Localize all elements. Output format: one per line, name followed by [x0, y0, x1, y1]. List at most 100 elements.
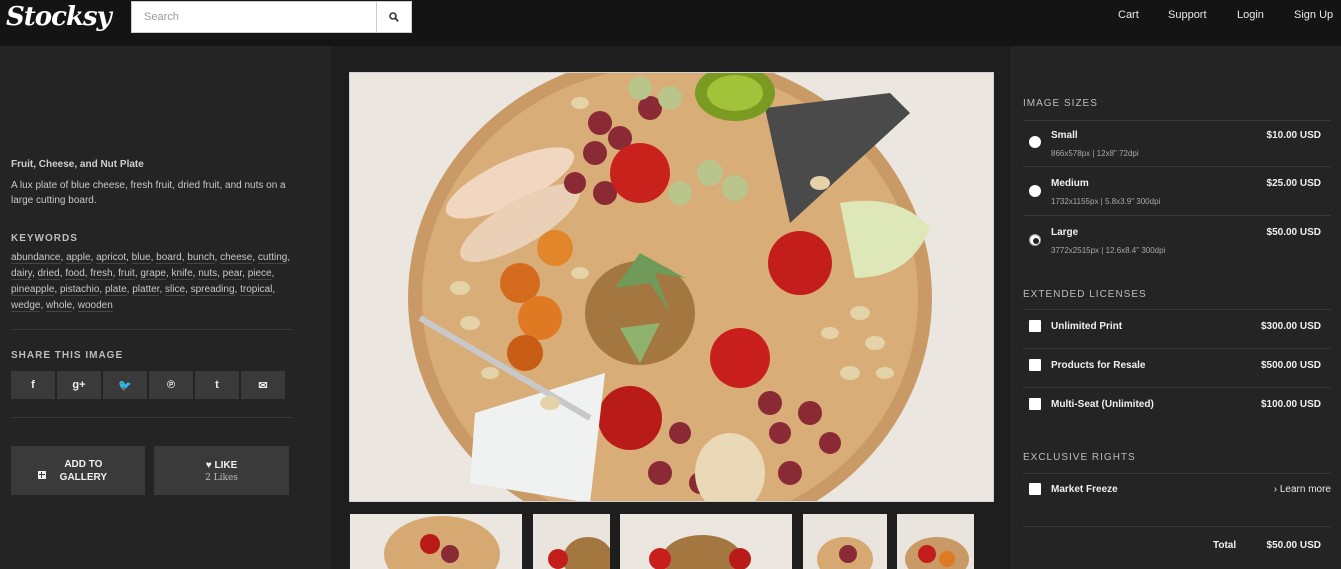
- search-icon: [389, 12, 399, 22]
- size-price: $10.00 USD: [1266, 130, 1321, 141]
- share-button[interactable]: ℗: [149, 371, 193, 399]
- license-name: Multi-Seat (Unlimited): [1051, 399, 1154, 410]
- image-info-panel: Fruit, Cheese, and Nut Plate A lux plate…: [0, 46, 330, 569]
- divider: [1023, 526, 1331, 527]
- learn-more-label: Learn more: [1279, 484, 1331, 495]
- size-radio-small[interactable]: [1029, 136, 1041, 148]
- keyword-link[interactable]: fruit: [118, 268, 135, 280]
- license-checkbox-products-resale[interactable]: [1029, 359, 1041, 371]
- total-value: $50.00 USD: [1266, 540, 1321, 551]
- keywords-heading: KEYWORDS: [11, 233, 78, 244]
- search-button[interactable]: [376, 2, 411, 32]
- share-button[interactable]: f: [11, 371, 55, 399]
- keyword-link[interactable]: grape: [140, 268, 166, 280]
- keyword-link[interactable]: dairy: [11, 268, 32, 280]
- size-name: Large: [1051, 227, 1079, 238]
- divider: [1023, 473, 1331, 474]
- keyword-link[interactable]: cutting: [257, 252, 288, 264]
- keyword-link[interactable]: pineapple: [11, 284, 55, 296]
- share-button[interactable]: g+: [57, 371, 101, 399]
- nav-signup[interactable]: Sign Up: [1294, 9, 1333, 21]
- keyword-link[interactable]: pistachio: [59, 284, 100, 296]
- nav-cart[interactable]: Cart: [1118, 9, 1139, 21]
- keyword-link[interactable]: pear: [222, 268, 243, 280]
- divider: [1023, 120, 1331, 121]
- size-name: Medium: [1051, 178, 1089, 189]
- thumbnail[interactable]: [897, 514, 974, 569]
- pinterest-icon: ℗: [166, 379, 176, 391]
- stocksy-logo[interactable]: Stocksy: [6, 2, 112, 32]
- image-title: Fruit, Cheese, and Nut Plate: [11, 159, 144, 170]
- license-name: Products for Resale: [1051, 360, 1146, 371]
- keyword-link[interactable]: whole: [46, 300, 73, 312]
- size-spec: 3772x2515px | 12.6x8.4" 300dpi: [1051, 246, 1166, 255]
- plus-square-icon: [37, 470, 46, 479]
- thumbnail[interactable]: [350, 514, 522, 569]
- share-buttons: f g+ 🐦 ℗ t ✉: [11, 371, 285, 399]
- total-label: Total: [1213, 540, 1237, 551]
- extended-licenses-heading: EXTENDED LICENSES: [1023, 289, 1147, 300]
- keyword-link[interactable]: bunch: [187, 252, 215, 264]
- nav-support[interactable]: Support: [1168, 9, 1207, 21]
- license-price: $500.00 USD: [1260, 360, 1321, 371]
- keyword-link[interactable]: food: [65, 268, 85, 280]
- thumbnail[interactable]: [533, 514, 610, 569]
- keyword-link[interactable]: plate: [104, 284, 127, 296]
- license-name: Unlimited Print: [1051, 321, 1123, 332]
- search-box: [131, 1, 412, 33]
- size-radio-medium[interactable]: [1029, 185, 1041, 197]
- keyword-link[interactable]: slice: [165, 284, 186, 296]
- nav-login[interactable]: Login: [1237, 9, 1264, 21]
- keyword-link[interactable]: abundance: [11, 252, 61, 264]
- keyword-link[interactable]: cheese: [220, 252, 253, 264]
- keyword-link[interactable]: blue: [131, 252, 151, 264]
- email-icon: ✉: [258, 379, 268, 392]
- learn-more-link[interactable]: › Learn more: [1274, 484, 1331, 495]
- size-spec: 1732x1155px | 5.8x3.9" 300dpi: [1051, 197, 1161, 206]
- size-name: Small: [1051, 130, 1078, 141]
- keyword-link[interactable]: nuts: [198, 268, 218, 280]
- keywords-list: abundance, apple, apricot, blue, board, …: [11, 252, 291, 312]
- like-label: LIKE: [214, 459, 238, 471]
- keyword-link[interactable]: dried: [37, 268, 60, 280]
- search-input[interactable]: [132, 2, 377, 32]
- share-button[interactable]: t: [195, 371, 239, 399]
- license-checkbox-multi-seat[interactable]: [1029, 398, 1041, 410]
- google-plus-icon: g+: [72, 379, 86, 391]
- twitter-icon: 🐦: [118, 379, 132, 392]
- divider: [1023, 166, 1331, 167]
- main-photo[interactable]: [349, 72, 994, 502]
- fruit-platter-photo: [350, 73, 993, 501]
- like-count: 2 Likes: [205, 472, 238, 483]
- divider: [1023, 309, 1331, 310]
- thumbnail[interactable]: [803, 514, 887, 569]
- add-to-gallery-button[interactable]: ADD TO GALLERY: [11, 446, 145, 495]
- keyword-link[interactable]: board: [156, 252, 182, 264]
- top-bar: Stocksy Cart Support Login Sign Up: [0, 0, 1341, 46]
- like-button[interactable]: ♥ LIKE 2 Likes: [154, 446, 289, 495]
- divider: [11, 417, 292, 418]
- keyword-link[interactable]: apple: [66, 252, 91, 264]
- license-checkbox-unlimited-print[interactable]: [1029, 320, 1041, 332]
- market-freeze-checkbox[interactable]: [1029, 483, 1041, 495]
- add-to-gallery-label: ADD TO GALLERY: [59, 458, 108, 483]
- heart-icon: ♥: [205, 459, 212, 471]
- keyword-link[interactable]: apricot: [96, 252, 127, 264]
- facebook-icon: f: [31, 379, 35, 391]
- size-spec: 866x578px | 12x8" 72dpi: [1051, 149, 1139, 158]
- keyword-link[interactable]: fresh: [90, 268, 113, 280]
- share-button[interactable]: ✉: [241, 371, 285, 399]
- size-radio-large[interactable]: [1029, 234, 1041, 246]
- divider: [1023, 215, 1331, 216]
- keyword-link[interactable]: spreading: [190, 284, 235, 296]
- keyword-link[interactable]: platter: [132, 284, 160, 296]
- divider: [1023, 348, 1331, 349]
- keyword-link[interactable]: knife: [171, 268, 193, 280]
- thumbnail[interactable]: [620, 514, 792, 569]
- keyword-link[interactable]: tropical: [240, 284, 273, 296]
- keyword-link[interactable]: wooden: [77, 300, 113, 312]
- share-button[interactable]: 🐦: [103, 371, 147, 399]
- keyword-link[interactable]: wedge: [11, 300, 41, 312]
- image-sizes-heading: IMAGE SIZES: [1023, 98, 1098, 109]
- keyword-link[interactable]: piece: [247, 268, 272, 280]
